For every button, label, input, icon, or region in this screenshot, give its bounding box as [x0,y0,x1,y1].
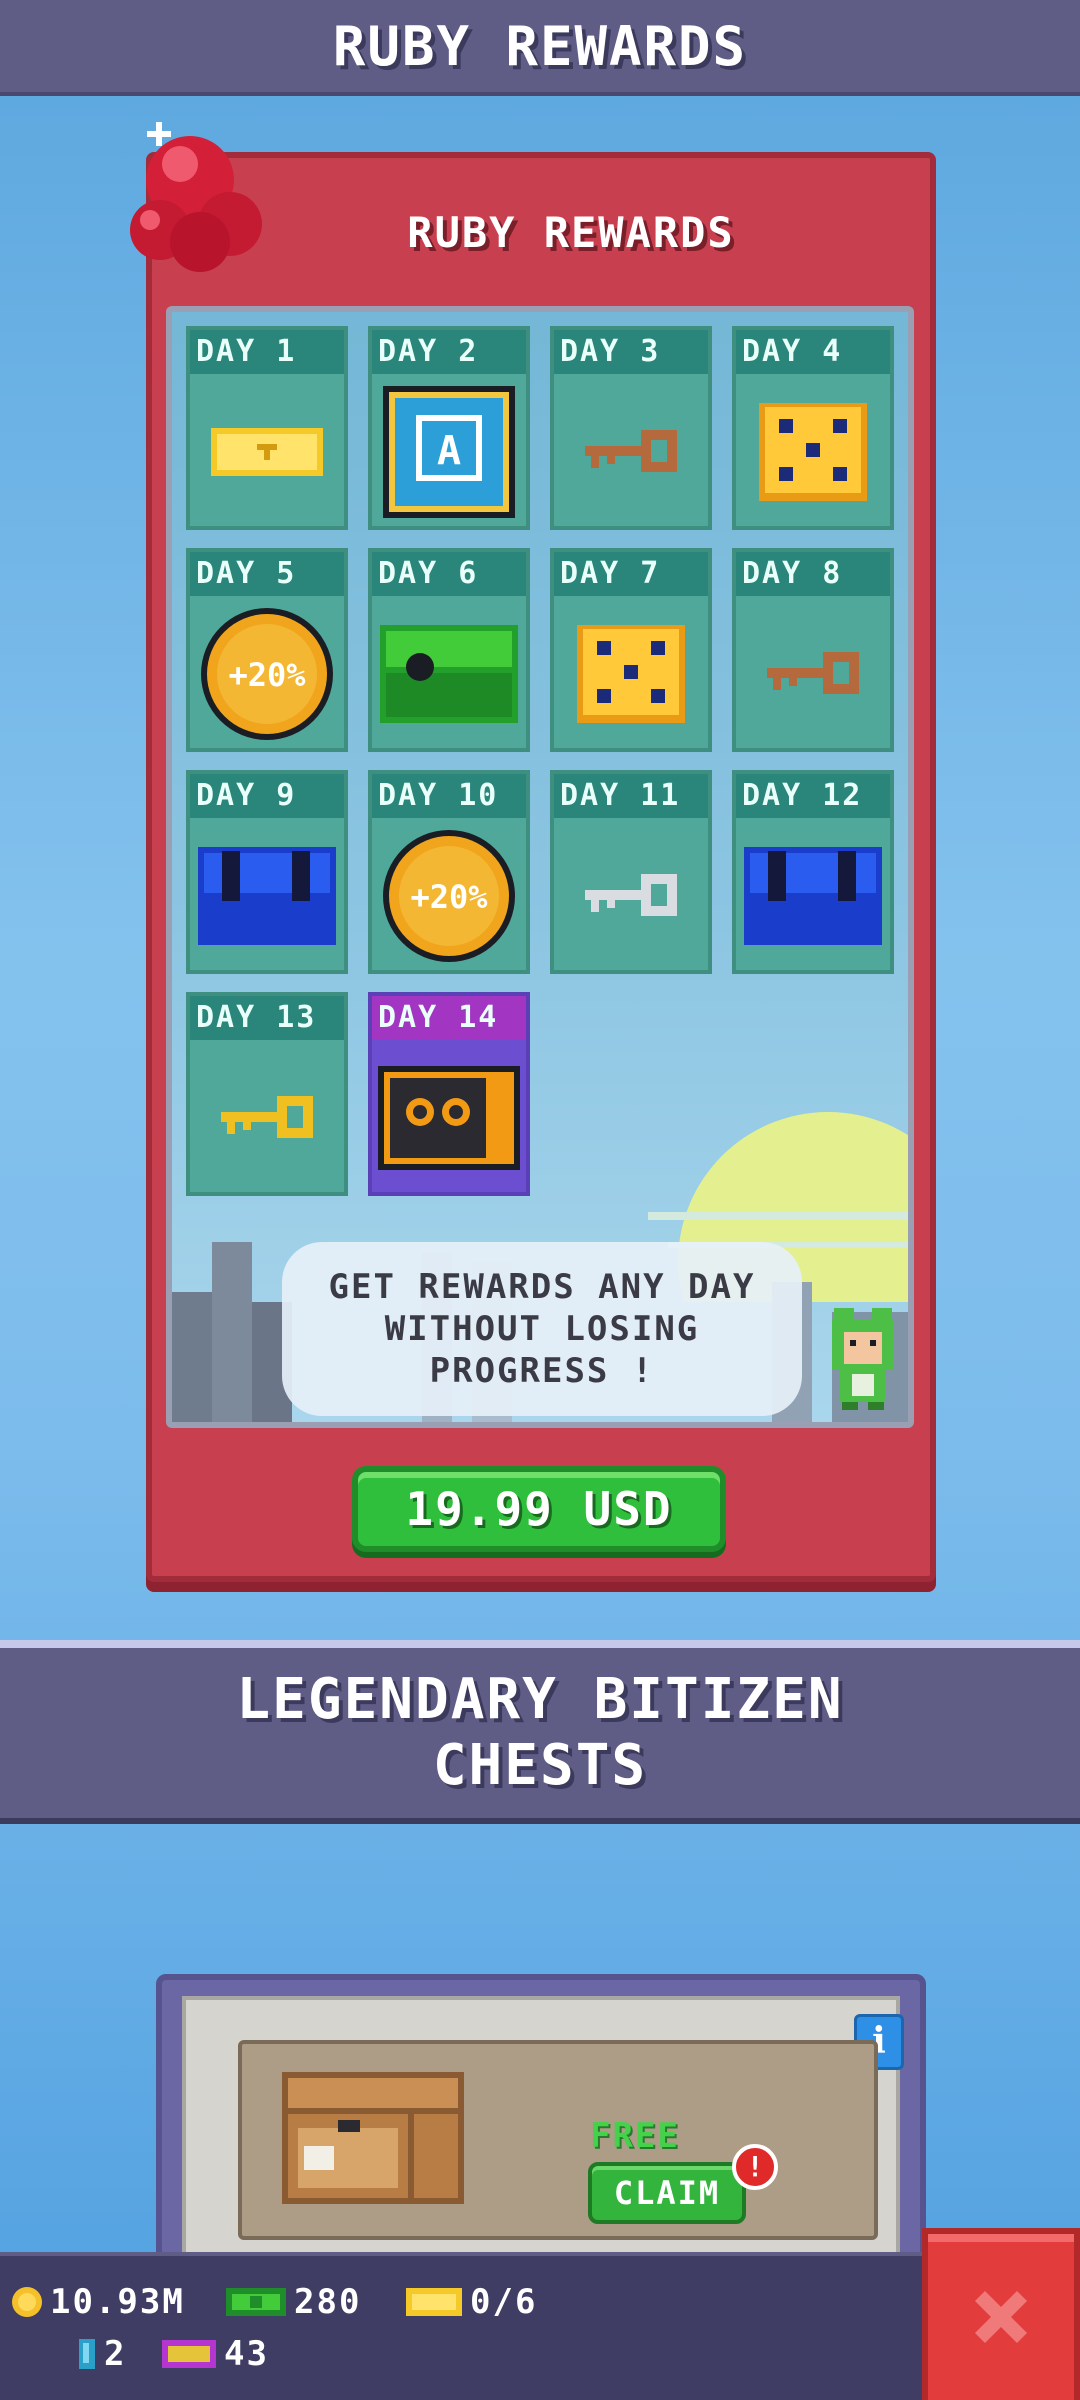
golden-ticket-icon [211,428,323,476]
auto-icon: A [383,386,515,518]
free-label: FREE [590,2116,680,2156]
alert-badge: ! [732,2144,778,2190]
chest-offer-card: i FREE CLAIM ! [156,1974,926,2274]
day-tile-6[interactable]: DAY 6 [368,548,530,752]
coin-boost-icon: +20% [383,830,515,962]
gold-key-icon [221,1096,313,1138]
silver-key-icon [585,874,677,916]
claim-button[interactable]: CLAIM [588,2162,746,2224]
golden-tickets-counter: 43 [160,2334,269,2374]
day-tile-1[interactable]: DAY 1 [186,326,348,530]
wooden-chest-icon [282,2072,464,2204]
gem-icon [79,2339,95,2369]
bux-counter: 280 [224,2282,361,2322]
day-label: DAY 11 [554,774,708,818]
bux-value: 280 [294,2282,362,2322]
blue-chest-icon [744,847,882,945]
golden-dice-icon [759,403,867,501]
day-tile-14[interactable]: DAY 14 [368,992,530,1196]
golden-dice-icon [577,625,685,723]
bronze-key-icon [585,430,677,472]
day-label: DAY 9 [190,774,344,818]
ruby-gem-icon [130,122,262,272]
day-label: DAY 13 [190,996,344,1040]
gems-value: 2 [104,2334,127,2374]
golden-tickets-value: 43 [224,2334,269,2374]
day-tile-3[interactable]: DAY 3 [550,326,712,530]
frog-bitizen-icon [832,1308,894,1410]
buy-button[interactable]: 19.99 USD [352,1466,726,1552]
vip-ticket-icon [162,2340,216,2368]
page-title: RUBY REWARDS [332,14,748,78]
coin-boost-text: +20% [228,656,306,694]
day-tile-10[interactable]: DAY 10 +20% [368,770,530,974]
day-label: DAY 5 [190,552,344,596]
day-tile-2[interactable]: DAY 2 A [368,326,530,530]
legendary-chest-icon [378,1066,520,1170]
day-tile-8[interactable]: DAY 8 [732,548,894,752]
blue-chest-icon [198,847,336,945]
tickets-counter: 0/6 [404,2282,537,2322]
rewards-message: GET REWARDS ANY DAY WITHOUT LOSING PROGR… [282,1242,802,1416]
coin-icon [12,2287,42,2317]
close-button[interactable] [922,2228,1080,2400]
rewards-board: DAY 1 DAY 2 A DAY 3 DAY 4 DAY 5 +20% DAY… [166,306,914,1428]
golden-ticket-icon [406,2288,462,2316]
day-label: DAY 3 [554,330,708,374]
day-tile-4[interactable]: DAY 4 [732,326,894,530]
coins-counter: 10.93M [10,2282,185,2322]
day-tile-5[interactable]: DAY 5 +20% [186,548,348,752]
top-header: RUBY REWARDS [0,0,1080,96]
day-label: DAY 10 [372,774,526,818]
day-tile-9[interactable]: DAY 9 [186,770,348,974]
gems-counter: 2 [76,2334,126,2374]
day-label: DAY 6 [372,552,526,596]
svg-text:A: A [437,428,461,474]
day-tile-7[interactable]: DAY 7 [550,548,712,752]
section-header: LEGENDARY BITIZEN CHESTS [0,1640,1080,1824]
green-chest-icon [380,625,518,723]
tickets-value: 0/6 [470,2282,538,2322]
day-label: DAY 14 [372,996,526,1040]
day-label: DAY 8 [736,552,890,596]
bronze-key-icon [767,652,859,694]
day-label: DAY 2 [372,330,526,374]
day-tile-12[interactable]: DAY 12 [732,770,894,974]
coin-boost-icon: +20% [201,608,333,740]
day-label: DAY 7 [554,552,708,596]
day-label: DAY 1 [190,330,344,374]
section-title-line2: CHESTS [432,1733,648,1798]
day-label: DAY 12 [736,774,890,818]
day-tile-13[interactable]: DAY 13 [186,992,348,1196]
close-icon [975,2291,1027,2343]
coins-value: 10.93M [50,2282,185,2322]
chest-panel: FREE CLAIM ! [238,2040,878,2240]
bux-icon [226,2288,286,2316]
coin-boost-text: +20% [410,878,488,916]
currency-bar: 10.93M 280 0/6 2 43 [0,2252,922,2400]
chest-inner-panel: i FREE CLAIM ! [182,1996,904,2266]
day-label: DAY 4 [736,330,890,374]
section-title-line1: LEGENDARY BITIZEN [236,1667,844,1732]
day-tile-11[interactable]: DAY 11 [550,770,712,974]
